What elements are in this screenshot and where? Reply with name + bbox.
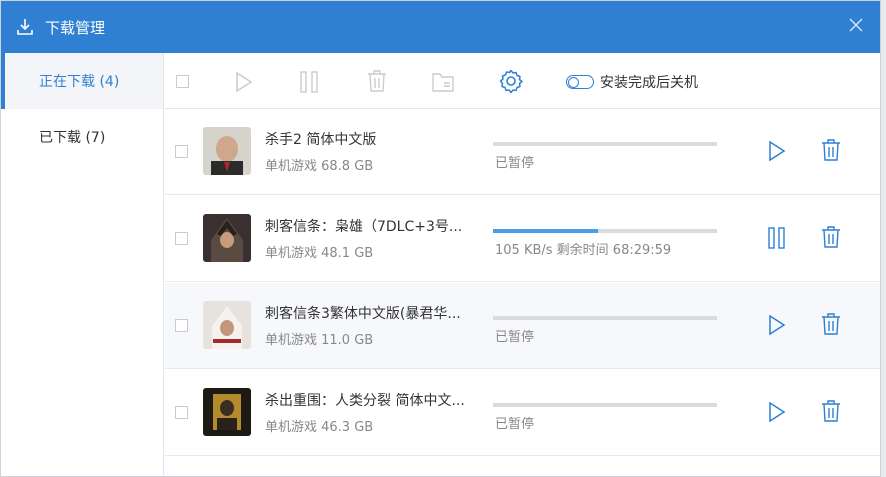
game-title: 杀手2 简体中文版 xyxy=(265,132,377,148)
row-checkbox[interactable] xyxy=(175,145,188,158)
trash-icon[interactable] xyxy=(821,226,841,252)
game-size: 单机游戏 46.3 GB xyxy=(265,420,374,435)
game-thumbnail xyxy=(203,214,251,262)
sidebar-item-label: 已下载 (7) xyxy=(39,130,106,146)
row-checkbox[interactable] xyxy=(175,232,188,245)
pause-icon[interactable] xyxy=(767,227,787,253)
trash-icon[interactable] xyxy=(821,139,841,165)
gear-icon[interactable] xyxy=(499,69,523,93)
game-size: 单机游戏 68.8 GB xyxy=(265,159,374,174)
sidebar-item-downloading[interactable]: 正在下载 (4) xyxy=(1,53,163,109)
trash-icon[interactable] xyxy=(821,400,841,426)
download-status: 已暂停 xyxy=(495,156,535,171)
delete-all-icon[interactable] xyxy=(367,70,387,92)
game-thumbnail xyxy=(203,301,251,349)
download-row: 杀出重围：人类分裂 简体中文... 单机游戏 46.3 GB 已暂停 xyxy=(165,370,880,456)
download-status: 已暂停 xyxy=(495,417,535,432)
folder-icon[interactable] xyxy=(432,71,454,93)
progress-bar xyxy=(493,142,717,146)
download-row: 刺客信条：枭雄（7DLC+3号... 单机游戏 48.1 GB 105 KB/s… xyxy=(165,196,880,282)
download-list-panel: 安装完成后关机 杀手2 简体中文版 单机游戏 68.8 GB 已暂停 刺客信条：… xyxy=(165,53,880,476)
sidebar-item-label: 正在下载 (4) xyxy=(39,74,120,90)
row-checkbox[interactable] xyxy=(175,406,188,419)
game-thumbnail xyxy=(203,127,251,175)
download-icon xyxy=(5,17,45,37)
row-checkbox[interactable] xyxy=(175,319,188,332)
game-size: 单机游戏 48.1 GB xyxy=(265,246,374,261)
sidebar-item-downloaded[interactable]: 已下载 (7) xyxy=(1,109,163,165)
sidebar: 正在下载 (4) 已下载 (7) xyxy=(1,53,164,476)
toolbar: 安装完成后关机 xyxy=(165,53,880,109)
trash-icon[interactable] xyxy=(821,313,841,339)
download-status: 已暂停 xyxy=(495,330,535,345)
game-thumbnail xyxy=(203,388,251,436)
select-all-checkbox[interactable] xyxy=(176,75,189,88)
download-row: 杀手2 简体中文版 单机游戏 68.8 GB 已暂停 xyxy=(165,109,880,195)
download-manager-window: 下载管理 正在下载 (4) 已下载 (7) 安装完成后关机 杀手2 简体中文版 … xyxy=(0,0,881,477)
shutdown-toggle[interactable]: 安装完成后关机 xyxy=(566,72,698,92)
progress-bar xyxy=(493,403,717,407)
pause-all-icon[interactable] xyxy=(299,71,319,93)
game-title: 刺客信条3繁体中文版(暴君华... xyxy=(265,306,461,322)
play-icon[interactable] xyxy=(767,140,787,166)
progress-bar xyxy=(493,229,717,233)
play-icon[interactable] xyxy=(767,314,787,340)
toggle-switch-icon xyxy=(566,75,594,89)
game-title: 杀出重围：人类分裂 简体中文... xyxy=(265,393,465,409)
download-row: 刺客信条3繁体中文版(暴君华... 单机游戏 11.0 GB 已暂停 xyxy=(165,283,880,369)
game-title: 刺客信条：枭雄（7DLC+3号... xyxy=(265,219,463,235)
title-bar: 下载管理 xyxy=(1,1,880,53)
progress-bar xyxy=(493,316,717,320)
play-icon[interactable] xyxy=(767,401,787,427)
close-icon[interactable] xyxy=(846,15,866,35)
download-status: 105 KB/s 剩余时间 68:29:59 xyxy=(495,243,672,258)
shutdown-toggle-label: 安装完成后关机 xyxy=(600,75,698,91)
play-all-icon[interactable] xyxy=(235,71,253,93)
game-size: 单机游戏 11.0 GB xyxy=(265,333,374,348)
window-title: 下载管理 xyxy=(45,18,106,37)
